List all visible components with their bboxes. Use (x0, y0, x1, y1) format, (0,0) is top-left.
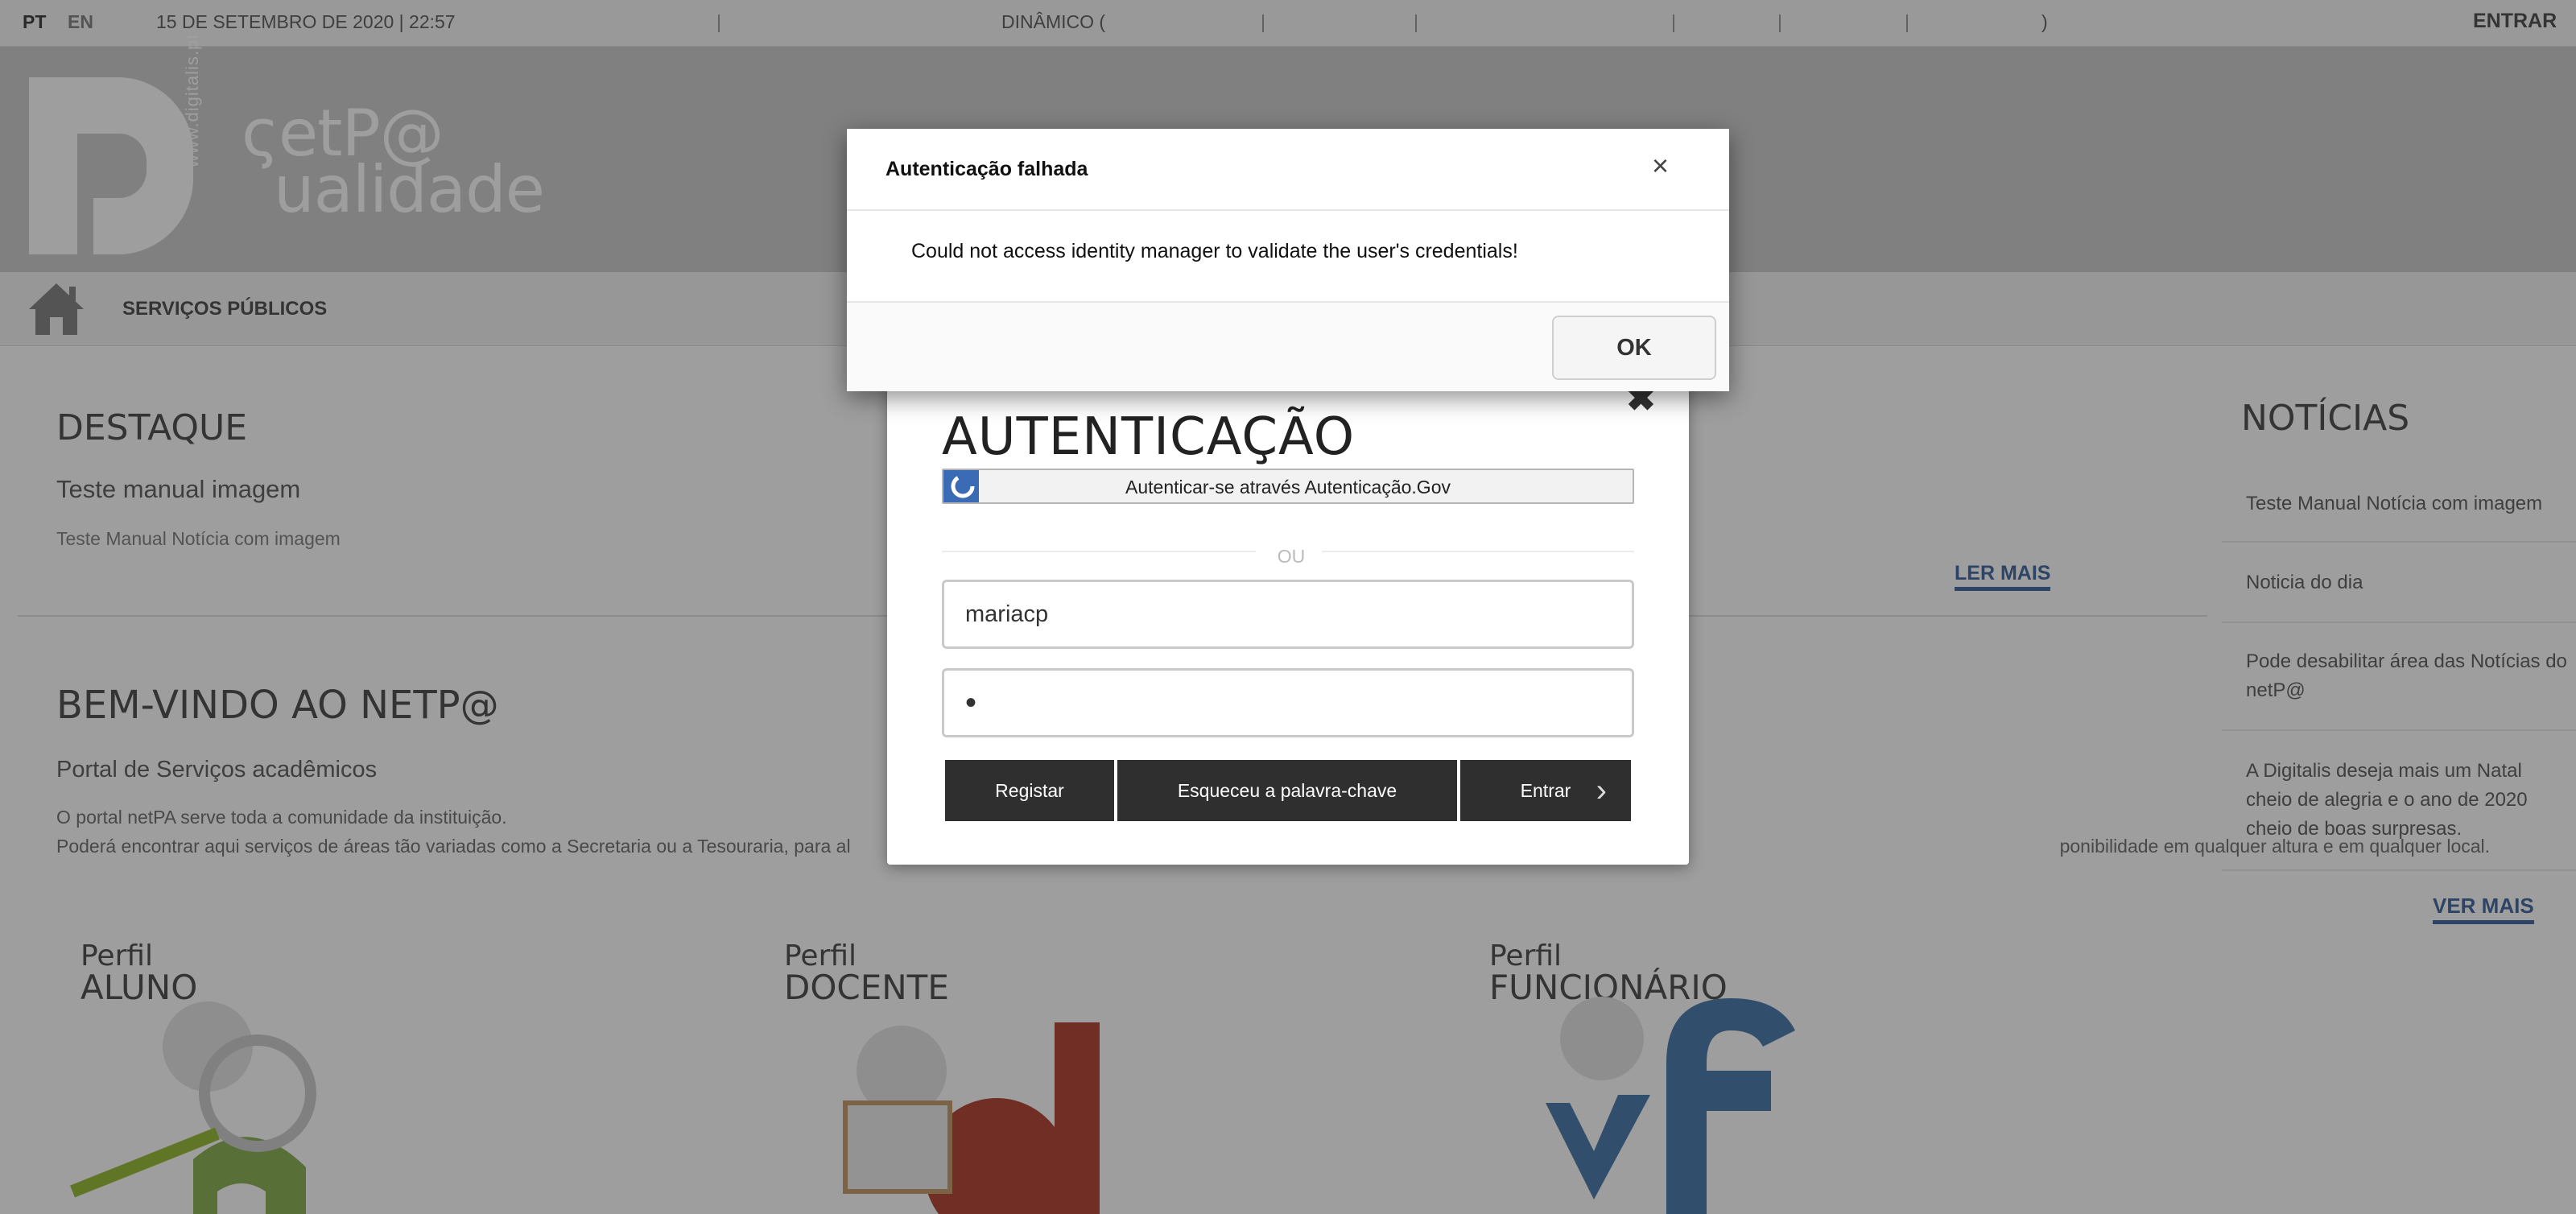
login-submit-button[interactable]: Entrar › (1460, 760, 1631, 821)
dialog-footer: OK (847, 301, 1729, 391)
or-separator: OU (1277, 546, 1306, 567)
forgot-password-button[interactable]: Esqueceu a palavra-chave (1117, 760, 1457, 821)
login-title: AUTENTICAÇÃO (942, 407, 1356, 467)
login-submit-label: Entrar (1520, 780, 1571, 801)
divider (942, 551, 1256, 552)
gov-auth-button[interactable]: Autenticar-se através Autenticação.Gov (942, 469, 1634, 504)
dialog-message: Could not access identity manager to val… (911, 240, 1518, 262)
login-modal: ✖ AUTENTICAÇÃO Autenticar-se através Aut… (887, 372, 1689, 865)
divider (1322, 551, 1634, 552)
dialog-header: Autenticação falhada × (847, 129, 1729, 211)
username-input[interactable]: mariacp (942, 580, 1634, 649)
auth-failed-dialog: Autenticação falhada × Could not access … (847, 129, 1729, 391)
gov-auth-label: Autenticar-se através Autenticação.Gov (1125, 477, 1451, 498)
close-icon[interactable]: × (1652, 151, 1669, 180)
register-button[interactable]: Registar (945, 760, 1114, 821)
password-input[interactable]: • (942, 668, 1634, 737)
chevron-right-icon: › (1596, 773, 1607, 808)
ok-button[interactable]: OK (1552, 316, 1716, 380)
dialog-title: Autenticação falhada (886, 158, 1088, 180)
